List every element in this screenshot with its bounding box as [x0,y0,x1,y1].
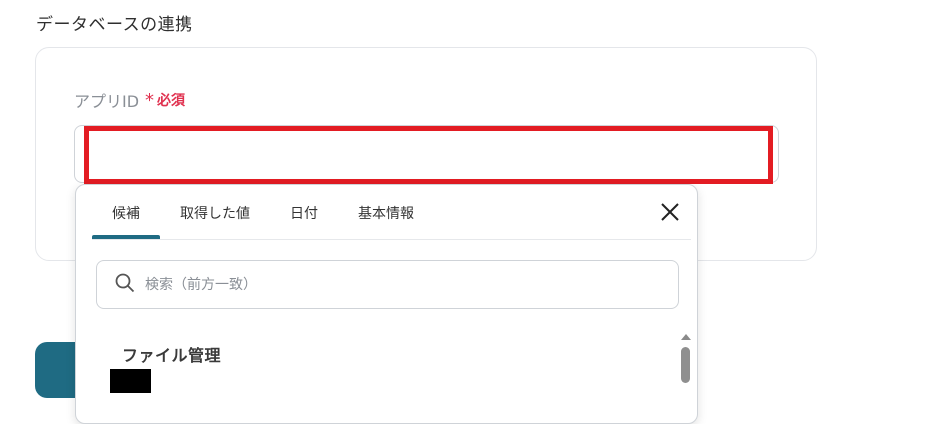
close-icon[interactable] [659,201,681,223]
tab-candidates[interactable]: 候補 [92,185,160,239]
scrollbar-thumb[interactable] [681,347,690,383]
tab-basic-info[interactable]: 基本情報 [338,185,434,239]
search-field[interactable] [96,260,679,309]
redacted-item[interactable] [110,369,151,393]
scroll-up-arrow-icon[interactable] [681,334,691,340]
highlight-box [84,126,773,184]
required-asterisk: * [145,89,155,111]
required-badge: 必須 [157,93,186,109]
picker-tabs: 候補 取得した値 日付 基本情報 [92,185,691,240]
search-input[interactable] [143,275,627,294]
tab-retrieved-values[interactable]: 取得した値 [160,185,270,239]
list-group-label: ファイル管理 [122,346,222,365]
app-id-label-text: アプリID [74,92,140,111]
app-id-label: アプリID * 必須 [74,88,185,112]
tab-date[interactable]: 日付 [270,185,338,239]
value-picker-dropdown: 候補 取得した値 日付 基本情報 ファイル管理 [75,184,698,424]
section-title: データベースの連携 [36,15,193,35]
search-icon [115,273,135,297]
